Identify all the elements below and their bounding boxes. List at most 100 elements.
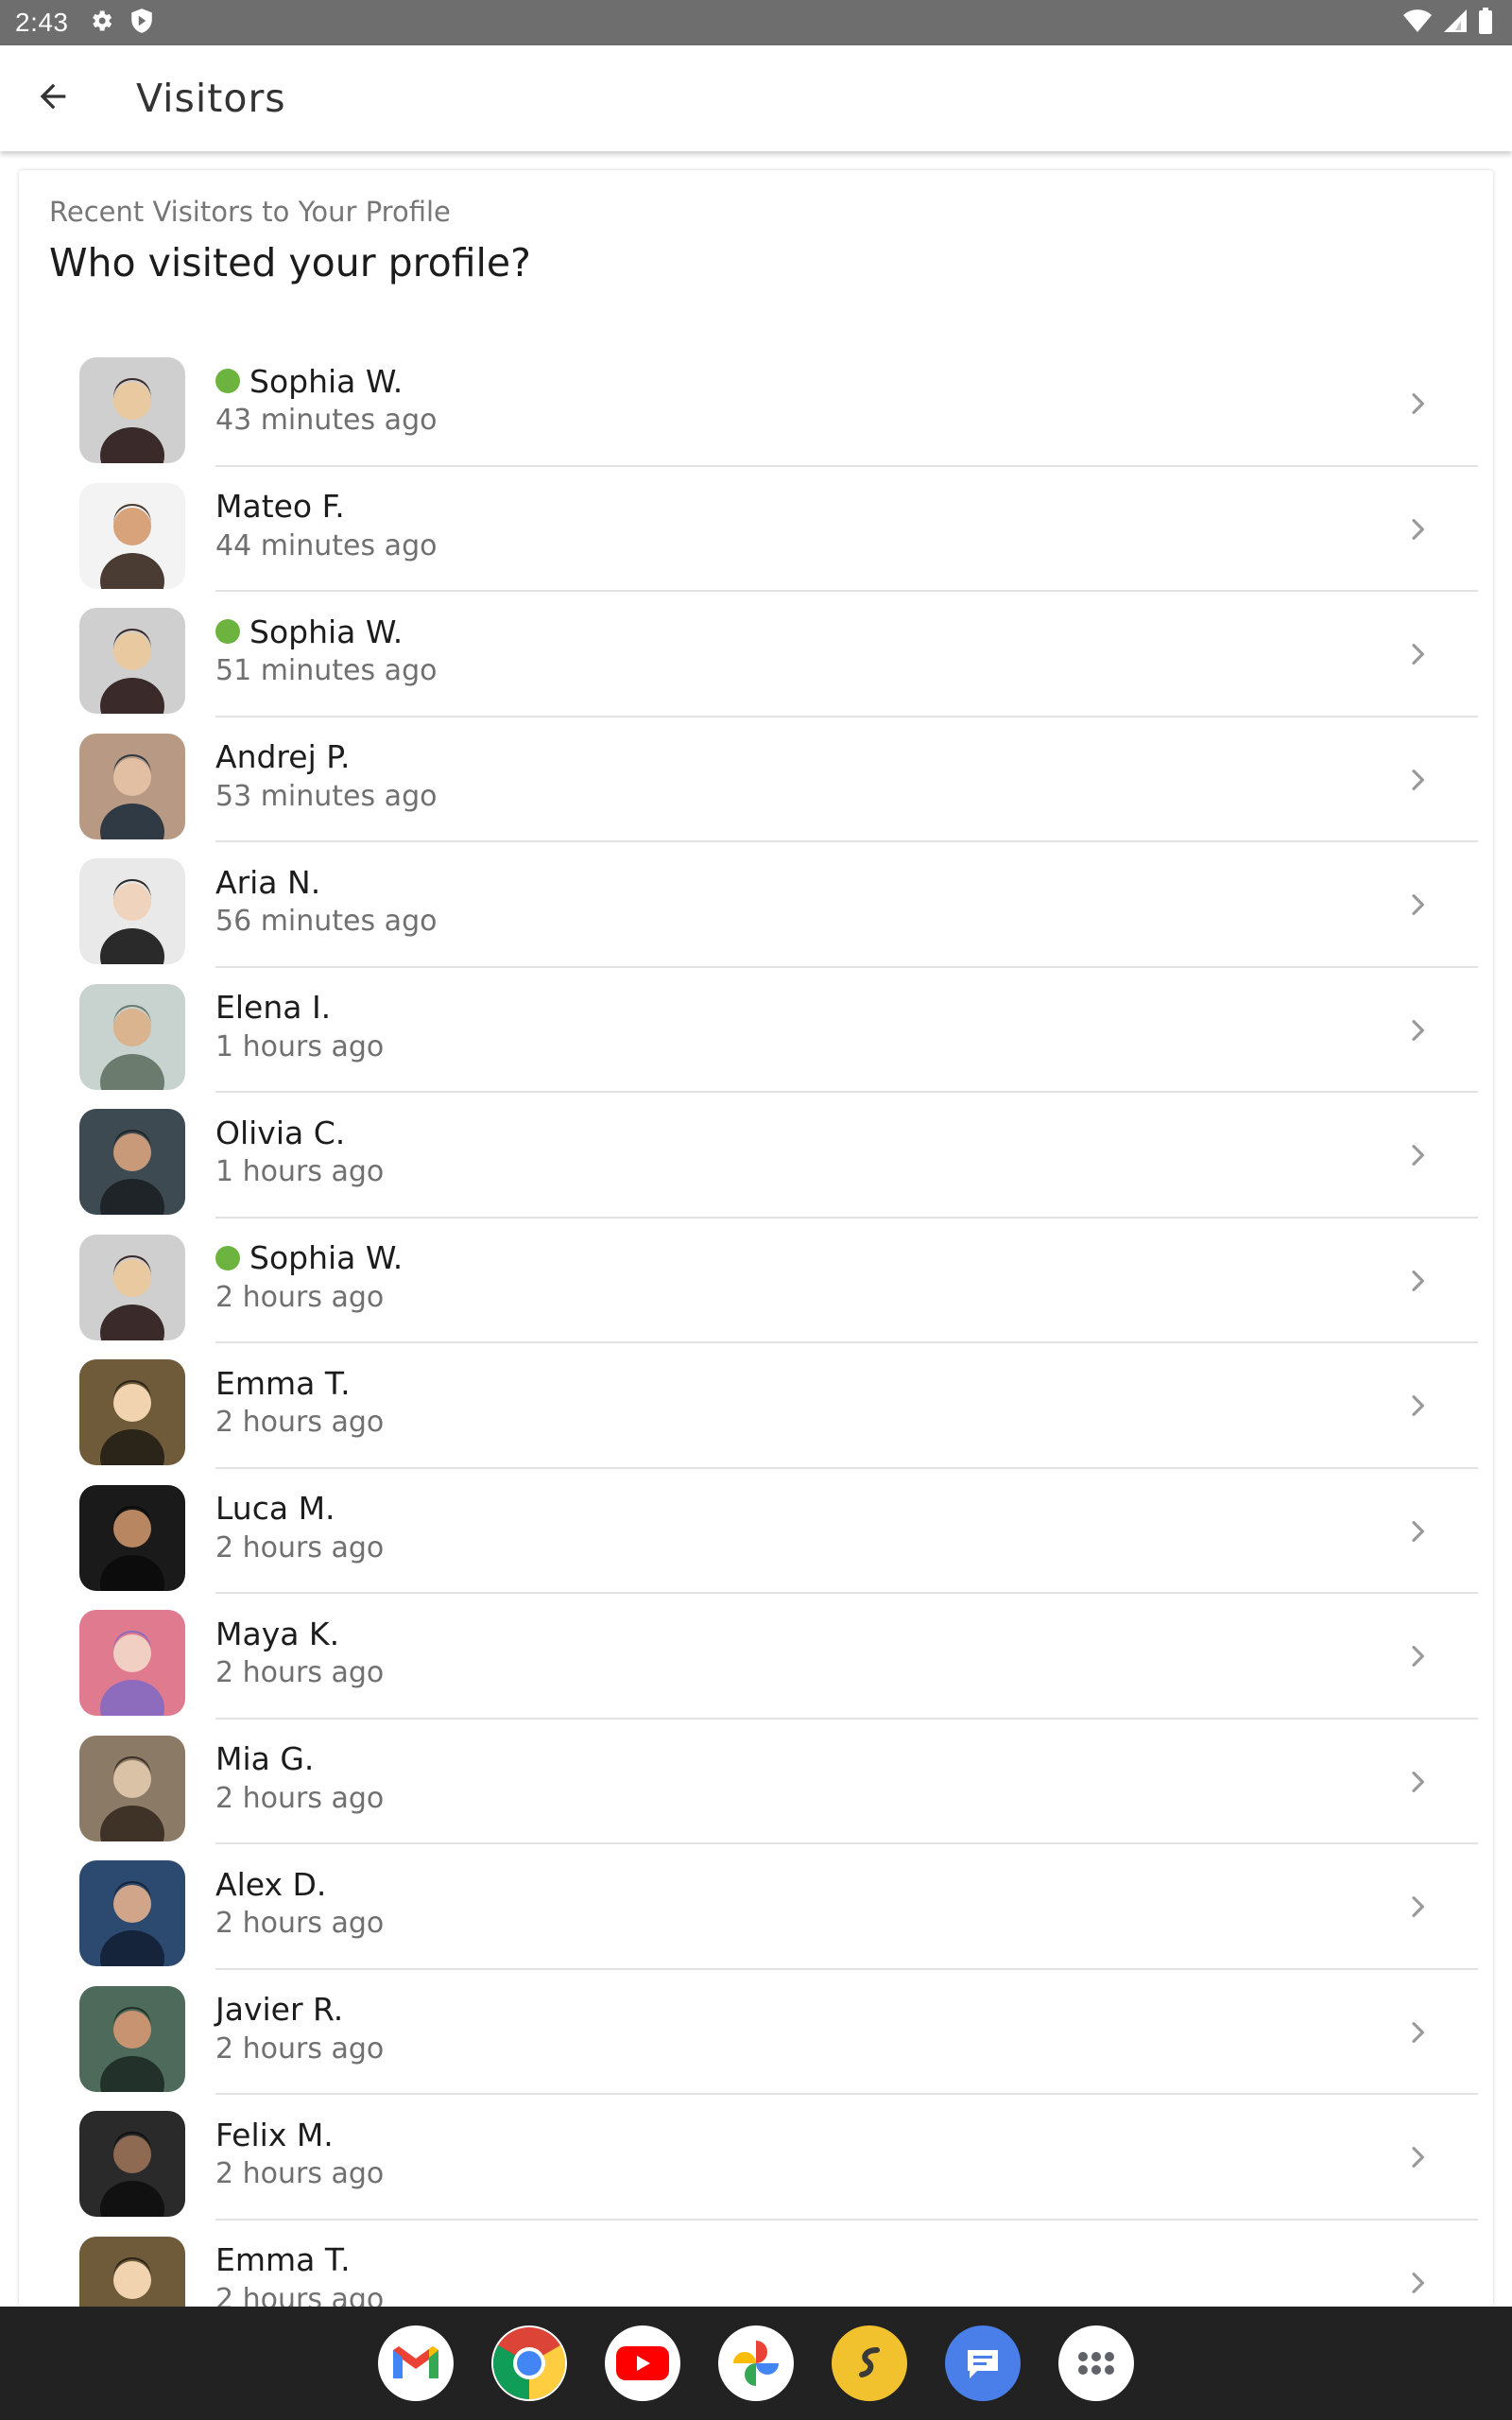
visit-time: 2 hours ago [215,1781,385,1815]
visit-time: 2 hours ago [215,1907,385,1940]
visitor-row[interactable]: Olivia C. 1 hours ago [19,1093,1493,1219]
visit-time: 2 hours ago [215,2282,385,2308]
visit-time: 53 minutes ago [215,779,438,813]
visitor-name: Sophia W. [249,1239,404,1276]
avatar [79,1610,185,1716]
avatar [79,2111,185,2217]
visitor-name: Olivia C. [215,1114,346,1151]
avatar [79,482,185,589]
visitor-name: Mia G. [215,1740,315,1777]
card-heading: Who visited your profile? [49,240,531,285]
visit-time: 1 hours ago [215,1155,385,1188]
visit-time: 1 hours ago [215,1029,385,1063]
avatar [79,357,185,463]
visitor-name: Andrej P. [215,738,351,775]
visit-time: 2 hours ago [215,2157,385,2190]
visitor-row[interactable]: Sophia W. 51 minutes ago [19,592,1493,717]
visitor-list: Sophia W. 43 minutes ago Mateo F. 44 min… [19,341,1493,2307]
back-button[interactable] [0,45,106,151]
visit-time: 43 minutes ago [215,404,438,437]
online-status-dot [215,369,240,393]
visitor-name: Javier R. [215,1991,344,2028]
visitor-name: Mateo F. [215,488,345,525]
avatar [79,1234,185,1340]
visitor-row[interactable]: Emma T. 2 hours ago [19,2221,1493,2308]
visitor-row[interactable]: Sophia W. 43 minutes ago [19,341,1493,467]
visitor-name: Maya K. [215,1615,340,1652]
visit-time: 2 hours ago [215,2031,385,2066]
avatar [79,1985,185,2092]
shield-icon [129,8,154,38]
avatar [79,1860,185,1966]
chevron-right-icon [1402,2140,1433,2174]
visitor-name: Aria N. [215,863,321,901]
chevron-right-icon [1402,2266,1433,2300]
chevron-right-icon [1402,1514,1433,1548]
card-subtitle: Recent Visitors to Your Profile [49,196,451,228]
youtube-icon[interactable] [605,2325,680,2401]
visit-time: 2 hours ago [215,1530,385,1564]
visitor-row[interactable]: Mateo F. 44 minutes ago [19,467,1493,592]
visitor-row[interactable]: Javier R. 2 hours ago [19,1970,1493,2095]
page-title: Visitors [136,76,286,121]
visitor-name: Felix M. [215,2116,334,2153]
chevron-right-icon [1402,1264,1433,1298]
visit-time: 2 hours ago [215,1656,385,1689]
app-drawer-icon[interactable] [1058,2325,1134,2401]
taskbar [0,2307,1512,2420]
visitor-row[interactable]: Mia G. 2 hours ago [19,1720,1493,1844]
avatar [79,2236,185,2307]
cell-signal-icon [1442,8,1469,38]
chevron-right-icon [1402,763,1433,797]
status-time: 2:43 [15,8,69,37]
avatar [79,858,185,964]
app-s-icon[interactable] [832,2325,907,2401]
visitor-name: Emma T. [215,1364,351,1402]
visitor-row[interactable]: Emma T. 2 hours ago [19,1343,1493,1469]
messages-icon[interactable] [945,2325,1021,2401]
wifi-icon [1402,8,1433,38]
visitor-row[interactable]: Elena I. 1 hours ago [19,968,1493,1093]
visitor-row[interactable]: Andrej P. 53 minutes ago [19,717,1493,842]
avatar [79,1735,185,1841]
avatar [79,1484,185,1591]
online-status-dot [215,619,240,644]
arrow-left-icon [34,78,72,119]
chevron-right-icon [1402,1013,1433,1047]
chevron-right-icon [1402,1639,1433,1673]
settings-gear-icon [88,8,114,38]
visit-time: 56 minutes ago [215,905,438,938]
visitor-name: Emma T. [215,2241,351,2278]
visitor-name: Elena I. [215,989,332,1026]
photos-icon[interactable] [718,2325,794,2401]
chevron-right-icon [1402,1389,1433,1423]
chevron-right-icon [1402,1765,1433,1799]
visitor-row[interactable]: Alex D. 2 hours ago [19,1844,1493,1970]
app-bar: Visitors [0,45,1512,151]
visitor-row[interactable]: Maya K. 2 hours ago [19,1594,1493,1720]
status-bar: 2:43 [0,0,1512,45]
visitor-name: Sophia W. [249,613,404,650]
visitor-row[interactable]: Luca M. 2 hours ago [19,1469,1493,1594]
visitor-row[interactable]: Sophia W. 2 hours ago [19,1219,1493,1343]
avatar [79,983,185,1090]
chevron-right-icon [1402,888,1433,922]
chevron-right-icon [1402,387,1433,421]
visitor-name: Luca M. [215,1490,335,1527]
avatar [79,733,185,839]
visit-time: 51 minutes ago [215,654,438,687]
avatar [79,608,185,714]
battery-icon [1478,8,1493,38]
visit-time: 2 hours ago [215,1406,385,1439]
gmail-icon[interactable] [378,2325,454,2401]
visitor-row[interactable]: Aria N. 56 minutes ago [19,842,1493,968]
chevron-right-icon [1402,1890,1433,1924]
chrome-icon[interactable] [491,2325,567,2401]
chevron-right-icon [1402,637,1433,671]
visitor-row[interactable]: Felix M. 2 hours ago [19,2095,1493,2221]
avatar [79,1359,185,1465]
visitor-name: Alex D. [215,1865,327,1903]
avatar [79,1109,185,1215]
visitor-name: Sophia W. [249,362,404,400]
chevron-right-icon [1402,1138,1433,1172]
